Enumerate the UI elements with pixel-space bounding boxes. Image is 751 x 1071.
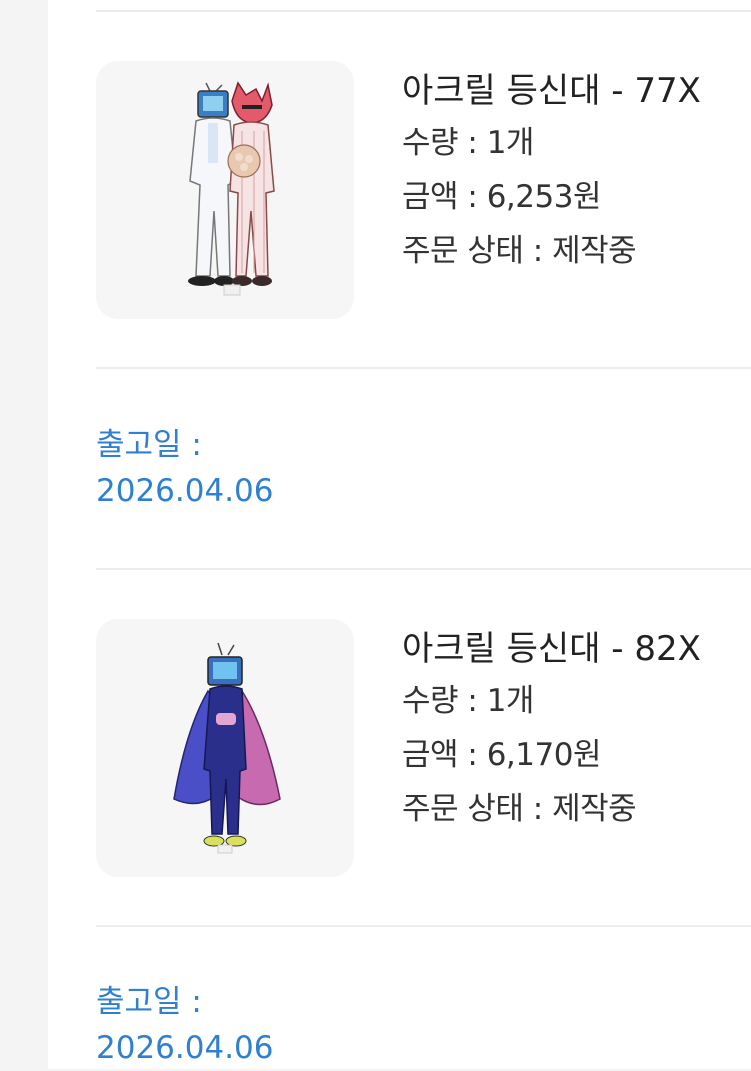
product-title[interactable]: 아크릴 등신대 - 77X <box>402 66 751 116</box>
product-thumbnail[interactable] <box>96 61 354 319</box>
order-item[interactable]: 아크릴 등신대 - 82X 수량 : 1개 금액 : 6,170원 주문 상태 … <box>96 619 751 879</box>
ship-date-value: 2026.04.06 <box>96 473 274 509</box>
amount-text: 금액 : 6,253원 <box>402 179 601 215</box>
order-item[interactable]: 아크릴 등신대 - 77X 수량 : 1개 금액 : 6,253원 주문 상태 … <box>96 61 751 321</box>
ship-date-label: 출고일 : <box>96 427 202 463</box>
quantity-text: 수량 : 1개 <box>402 683 534 719</box>
order-info: 아크릴 등신대 - 77X 수량 : 1개 금액 : 6,253원 주문 상태 … <box>402 61 751 278</box>
divider <box>96 367 751 369</box>
divider <box>96 568 751 570</box>
product-image-couple-standee <box>188 81 275 296</box>
ship-date-block: 출고일 : 2026.04.06 <box>96 422 274 514</box>
ship-date-block: 출고일 : 2026.04.06 <box>96 979 274 1071</box>
order-status-text: 주문 상태 : 제작중 <box>402 791 637 827</box>
product-image-caped-figure-standee <box>173 642 281 854</box>
product-title[interactable]: 아크릴 등신대 - 82X <box>402 624 751 674</box>
ship-date-value: 2026.04.06 <box>96 1030 274 1066</box>
product-thumbnail[interactable] <box>96 619 354 877</box>
order-info: 아크릴 등신대 - 82X 수량 : 1개 금액 : 6,170원 주문 상태 … <box>402 619 751 836</box>
ship-date-label: 출고일 : <box>96 984 202 1020</box>
order-status-text: 주문 상태 : 제작중 <box>402 233 637 269</box>
quantity-text: 수량 : 1개 <box>402 125 534 161</box>
amount-text: 금액 : 6,170원 <box>402 737 601 773</box>
divider <box>96 925 751 927</box>
divider <box>96 10 751 12</box>
